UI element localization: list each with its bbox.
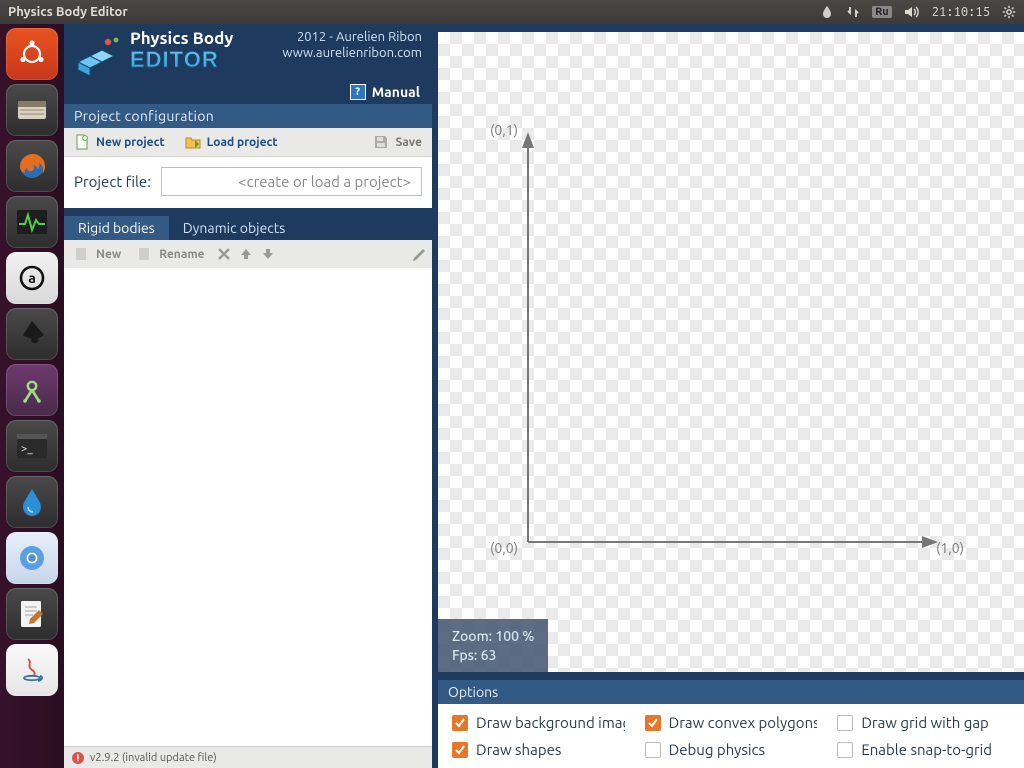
project-section-head: Project configuration [64, 104, 432, 128]
options-head: Options [438, 680, 1024, 704]
zoom-readout: Zoom: 100 % [452, 627, 534, 647]
manual-link[interactable]: ?Manual [64, 82, 432, 104]
launcher-firefox[interactable] [6, 140, 58, 192]
body-tabs: Rigid bodies Dynamic objects [64, 216, 432, 240]
fps-readout: Fps: 63 [452, 646, 534, 666]
launcher-water[interactable] [6, 476, 58, 528]
save-icon [373, 134, 389, 150]
launcher-gedit[interactable] [6, 588, 58, 640]
keyboard-layout-indicator[interactable]: Ru [872, 6, 892, 18]
checkbox-icon [837, 742, 853, 758]
launcher-app-a[interactable]: a [6, 252, 58, 304]
app-logo-icon [74, 30, 122, 78]
clock[interactable]: 21:10:15 [932, 5, 990, 19]
gear-icon[interactable] [1002, 5, 1016, 19]
volume-icon[interactable] [904, 5, 920, 19]
project-file-field[interactable]: <create or load a project> [161, 167, 422, 196]
axis-label-origin: (0,0) [490, 540, 518, 556]
checkbox-icon [645, 742, 661, 758]
body-toolbar: New Rename [64, 240, 432, 268]
load-project-button[interactable]: Load project [175, 128, 288, 156]
launcher-inkscape[interactable] [6, 308, 58, 360]
launcher-files[interactable] [6, 84, 58, 136]
app-window: Physics Body EDITOR 2012 - Aurelien Ribo… [64, 24, 1024, 768]
tab-rigid-bodies[interactable]: Rigid bodies [64, 216, 169, 240]
status-text: v2.9.2 (invalid update file) [90, 752, 217, 764]
checkbox-icon [452, 742, 468, 758]
new-body-button[interactable]: New [68, 242, 127, 266]
opt-draw-bg[interactable]: Draw background image [452, 714, 625, 731]
left-panel: Physics Body EDITOR 2012 - Aurelien Ribo… [64, 24, 432, 768]
window-title: Physics Body Editor [8, 5, 820, 19]
checkbox-icon [452, 715, 468, 731]
rename-body-button[interactable]: Rename [131, 242, 210, 266]
network-icon[interactable] [846, 5, 860, 19]
credit-line: 2012 - Aurelien Ribon [282, 30, 422, 46]
checkbox-icon [837, 715, 853, 731]
opt-debug[interactable]: Debug physics [645, 741, 818, 758]
canvas-overlay: Zoom: 100 % Fps: 63 [438, 619, 548, 672]
axis-label-y1: (0,1) [490, 122, 518, 138]
drop-icon[interactable] [820, 5, 834, 19]
tab-dynamic-objects[interactable]: Dynamic objects [169, 216, 300, 240]
warning-icon [72, 752, 84, 764]
save-button[interactable]: Save [363, 128, 432, 156]
system-menubar: Physics Body Editor Ru 21:10:15 [0, 0, 1024, 24]
launcher-terminal[interactable]: >_ [6, 420, 58, 472]
settings-button[interactable] [410, 245, 428, 263]
launcher-java[interactable] [6, 644, 58, 696]
launcher-dash[interactable] [6, 28, 58, 80]
system-tray: Ru 21:10:15 [820, 5, 1016, 19]
opt-draw-shapes[interactable]: Draw shapes [452, 741, 625, 758]
launcher-system-monitor[interactable] [6, 196, 58, 248]
opt-draw-grid[interactable]: Draw grid with gap [837, 714, 1010, 731]
options-panel: Draw background image Draw convex polygo… [438, 704, 1024, 768]
folder-open-icon [185, 134, 201, 150]
launcher-chromium[interactable] [6, 532, 58, 584]
right-panel: (0,1) (0,0) (1,0) Zoom: 100 % Fps: 63 Op… [432, 24, 1024, 768]
opt-snap[interactable]: Enable snap-to-grid [837, 741, 1010, 758]
move-up-button[interactable] [237, 245, 255, 263]
new-file-icon [74, 134, 90, 150]
app-title: Physics Body [130, 30, 233, 47]
unity-launcher: a >_ [0, 24, 64, 768]
svg-text:>_: >_ [21, 443, 33, 455]
app-subtitle: EDITOR [130, 47, 233, 73]
website-link[interactable]: www.aurelienribon.com [282, 46, 422, 62]
axis-label-x1: (1,0) [936, 540, 964, 556]
status-bar: v2.9.2 (invalid update file) [64, 746, 432, 768]
app-header: Physics Body EDITOR 2012 - Aurelien Ribo… [64, 24, 432, 82]
delete-button[interactable] [215, 245, 233, 263]
launcher-android-studio[interactable] [6, 364, 58, 416]
move-down-button[interactable] [259, 245, 277, 263]
help-icon: ? [350, 84, 366, 100]
body-list[interactable] [64, 268, 432, 746]
svg-text:a: a [28, 270, 36, 286]
new-project-button[interactable]: New project [64, 128, 175, 156]
checkbox-icon [645, 715, 661, 731]
rename-icon [137, 246, 153, 262]
opt-draw-poly[interactable]: Draw convex polygons [645, 714, 818, 731]
project-file-label: Project file: [74, 173, 151, 190]
canvas[interactable]: (0,1) (0,0) (1,0) Zoom: 100 % Fps: 63 [438, 32, 1024, 672]
new-icon [74, 246, 90, 262]
